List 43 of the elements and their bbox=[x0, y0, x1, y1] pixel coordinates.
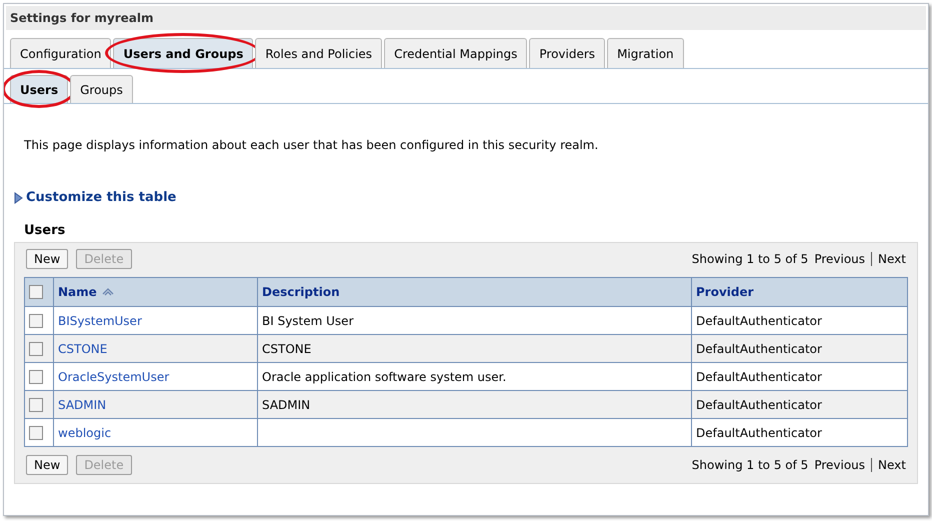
page-title: Settings for myrealm bbox=[6, 6, 926, 30]
user-link[interactable]: weblogic bbox=[58, 426, 112, 440]
new-button[interactable]: New bbox=[26, 249, 68, 269]
tab[interactable]: Users and Groups bbox=[113, 38, 254, 68]
next-link[interactable]: Next bbox=[878, 458, 906, 472]
checkbox[interactable] bbox=[29, 285, 43, 300]
checkbox[interactable] bbox=[29, 342, 43, 356]
expand-triangle-icon bbox=[14, 192, 23, 204]
table-cell: DefaultAuthenticator bbox=[696, 314, 822, 328]
table-cell: SADMIN bbox=[262, 398, 310, 412]
tab[interactable]: Users bbox=[10, 75, 68, 103]
description-text: This page displays information about each user that has been configured in this security realm. bbox=[24, 138, 600, 152]
table-cell: BI System User bbox=[262, 314, 354, 328]
previous-link[interactable]: Previous bbox=[814, 252, 866, 266]
checkbox[interactable] bbox=[29, 426, 43, 440]
tab[interactable]: Roles and Policies bbox=[255, 38, 382, 68]
table-heading: Users bbox=[24, 223, 66, 238]
customize-link[interactable]: Customize this table bbox=[14, 190, 176, 205]
tab[interactable]: Providers bbox=[529, 38, 606, 68]
user-link[interactable]: CSTONE bbox=[58, 342, 108, 356]
previous-link[interactable]: Previous bbox=[814, 458, 866, 472]
next-link[interactable]: Next bbox=[878, 252, 906, 266]
checkbox[interactable] bbox=[29, 398, 43, 412]
tab[interactable]: Migration bbox=[607, 38, 684, 68]
table-cell: DefaultAuthenticator bbox=[696, 398, 822, 412]
column-header[interactable]: Provider bbox=[692, 278, 908, 306]
checkbox[interactable] bbox=[29, 314, 43, 328]
table-cell: DefaultAuthenticator bbox=[696, 370, 822, 384]
table-cell: DefaultAuthenticator bbox=[696, 426, 822, 440]
tab[interactable]: Credential Mappings bbox=[384, 38, 528, 68]
table-cell: CSTONE bbox=[262, 342, 312, 356]
checkbox[interactable] bbox=[29, 370, 43, 384]
user-link[interactable]: SADMIN bbox=[58, 398, 106, 412]
pagination-status: Showing 1 to 5 of 5 bbox=[692, 252, 808, 266]
pagination-status: Showing 1 to 5 of 5 bbox=[692, 458, 808, 472]
sort-icon bbox=[100, 286, 115, 296]
column-header[interactable]: Name bbox=[54, 278, 258, 306]
tab[interactable]: Groups bbox=[70, 75, 133, 103]
new-button[interactable]: New bbox=[26, 455, 68, 475]
table-cell: Oracle application software system user. bbox=[262, 370, 506, 384]
tab[interactable]: Configuration bbox=[10, 38, 112, 68]
table-cell: DefaultAuthenticator bbox=[696, 342, 822, 356]
column-header[interactable]: Description bbox=[258, 278, 692, 306]
